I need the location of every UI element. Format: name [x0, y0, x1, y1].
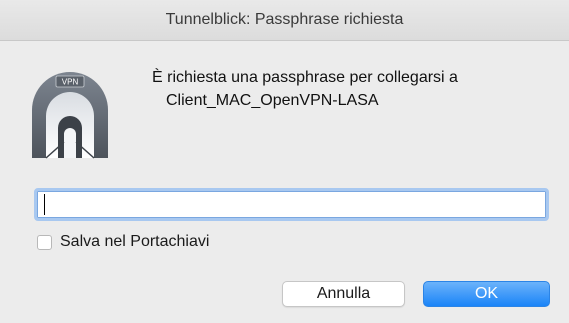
vpn-badge-text: VPN [62, 78, 79, 87]
title-bar[interactable]: Tunnelblick: Passphrase richiesta [0, 0, 569, 41]
prompt-message: È richiesta una passphrase per collegars… [152, 66, 552, 112]
window-title: Tunnelblick: Passphrase richiesta [165, 11, 404, 28]
text-caret [44, 194, 45, 215]
passphrase-input[interactable] [34, 188, 549, 221]
ok-button[interactable]: OK [423, 281, 550, 307]
connection-name: Client_MAC_OpenVPN-LASA [166, 92, 379, 109]
save-keychain-checkbox[interactable] [37, 234, 52, 250]
cancel-button[interactable]: Annulla [282, 281, 405, 307]
prompt-line-1: È richiesta una passphrase per collegars… [152, 69, 458, 86]
tunnelblick-vpn-tunnel-icon: VPN [28, 64, 112, 160]
passphrase-dialog: Tunnelblick: Passphrase richiesta VPN È … [0, 0, 569, 323]
save-keychain-option[interactable]: Salva nel Portachiavi [37, 232, 209, 252]
save-keychain-label[interactable]: Salva nel Portachiavi [60, 233, 209, 251]
